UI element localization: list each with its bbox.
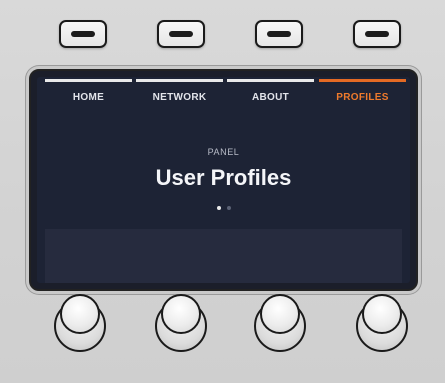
softkey-3-button[interactable] xyxy=(255,20,303,48)
softkey-1-button[interactable] xyxy=(59,20,107,48)
screen-subtitle: PANEL xyxy=(207,147,240,157)
knob-3[interactable] xyxy=(254,290,306,352)
knob-2[interactable] xyxy=(155,290,207,352)
softkey-bar-icon xyxy=(169,31,193,37)
knob-1[interactable] xyxy=(54,290,106,352)
control-panel: HOME NETWORK ABOUT PROFILES PANEL User P… xyxy=(0,0,445,383)
lcd-screen: HOME NETWORK ABOUT PROFILES PANEL User P… xyxy=(37,77,410,283)
content-area xyxy=(45,229,402,283)
softkey-2-button[interactable] xyxy=(157,20,205,48)
page-dot-active xyxy=(216,206,221,210)
softkey-bar-icon xyxy=(71,31,95,37)
page-dot xyxy=(226,206,231,210)
knob-cap xyxy=(60,294,100,334)
tab-label: HOME xyxy=(72,92,105,103)
tab-indicator xyxy=(227,79,314,82)
tab-label: PROFILES xyxy=(336,92,389,103)
page-title: User Profiles xyxy=(155,165,292,190)
tab-network[interactable]: NETWORK xyxy=(136,77,223,113)
tab-profiles[interactable]: PROFILES xyxy=(319,77,406,113)
knob-cap xyxy=(362,294,402,334)
tab-about[interactable]: ABOUT xyxy=(227,77,314,113)
tab-label: ABOUT xyxy=(251,92,290,103)
knob-cap xyxy=(260,294,300,334)
lcd-bezel: HOME NETWORK ABOUT PROFILES PANEL User P… xyxy=(29,69,418,291)
softkey-bar-icon xyxy=(267,31,291,37)
tab-indicator xyxy=(45,79,132,82)
page-indicator xyxy=(37,197,410,215)
tab-indicator xyxy=(136,79,223,82)
knob-cap xyxy=(161,294,201,334)
tab-indicator xyxy=(319,79,406,82)
tab-label: NETWORK xyxy=(152,92,207,103)
knob-4[interactable] xyxy=(356,290,408,352)
softkey-bar-icon xyxy=(365,31,389,37)
tab-home[interactable]: HOME xyxy=(45,77,132,113)
tab-bar: HOME NETWORK ABOUT PROFILES xyxy=(37,77,410,113)
softkey-4-button[interactable] xyxy=(353,20,401,48)
